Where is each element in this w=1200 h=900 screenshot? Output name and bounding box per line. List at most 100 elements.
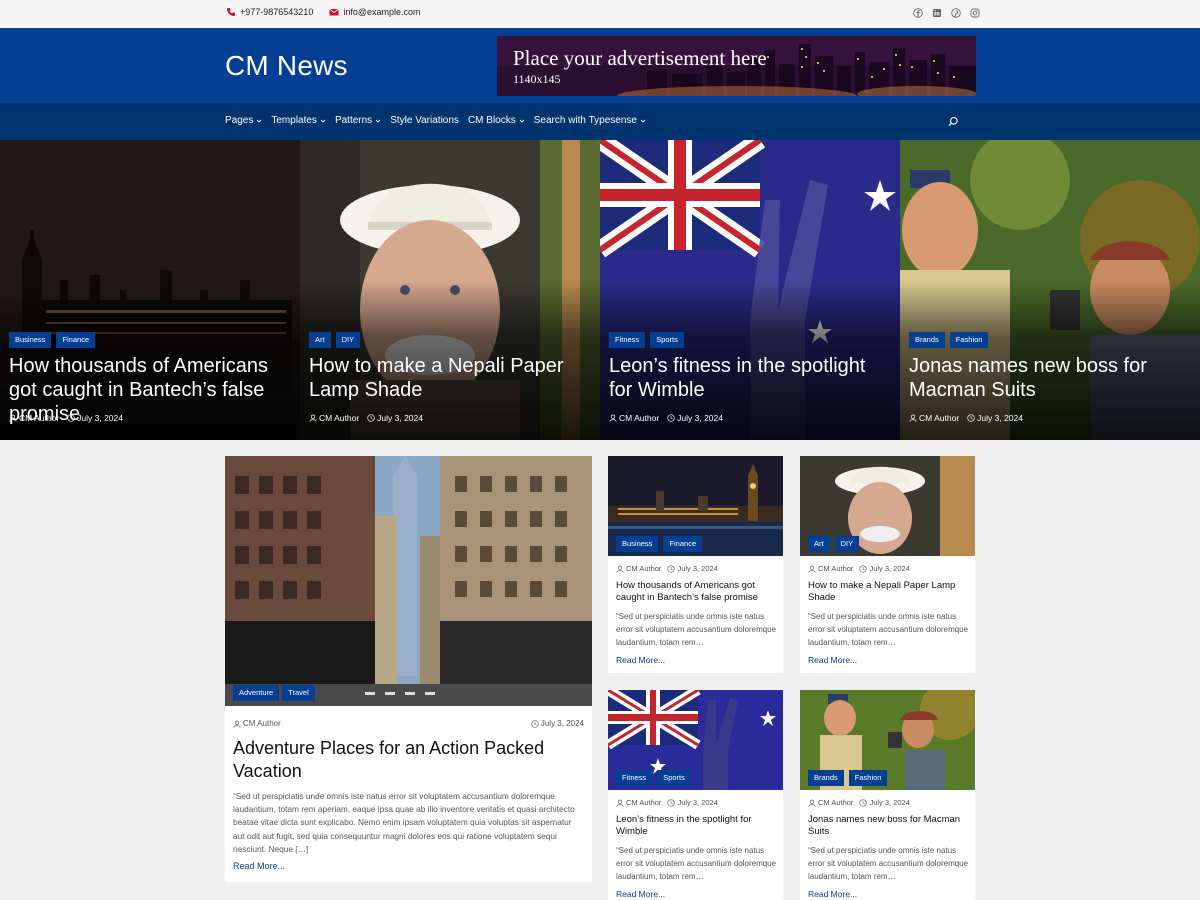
author-link[interactable]: CM Author [309,413,359,423]
nav-item-patterns[interactable]: Patterns [335,115,381,126]
post-excerpt: “Sed ut perspiciatis unde omnis iste nat… [616,612,777,647]
category-badge[interactable]: Business [616,536,659,552]
advertisement-banner[interactable]: Place your advertisement here 1140x145 [497,36,976,96]
author-link[interactable]: CM Author [616,798,661,807]
main-navigation: Pages Templates Patterns Style Variation… [0,103,1200,140]
category-badge[interactable]: Sports [657,770,691,786]
nav-item-search-typesense[interactable]: Search with Typesense [534,115,646,126]
post-meta: CM Author July 3, 2024 [808,564,910,573]
email-contact[interactable]: info@example.com [329,7,421,17]
post-meta: CM Author July 3, 2024 [616,798,718,807]
post-meta: CM Author July 3, 2024 [808,798,910,807]
chevron-down-icon [640,119,646,123]
author-name: CM Author [626,564,662,573]
read-more-link[interactable]: Read More... [808,655,857,665]
date-text: July 3, 2024 [677,798,718,807]
hero-card[interactable]: Business Finance How thousands of Americ… [0,140,300,440]
post-title[interactable]: How thousands of Americans got caught in… [616,580,776,604]
author-name: CM Author [919,413,960,423]
author-link[interactable]: CM Author [616,564,661,573]
pinterest-icon[interactable] [951,8,961,18]
hero-title[interactable]: How to make a Nepali Paper Lamp Shade [309,354,594,402]
author-link[interactable]: CM Author [808,564,853,573]
phone-contact[interactable]: +977-9876543210 [226,7,313,17]
user-icon [609,414,617,422]
site-title[interactable]: CM News [225,50,348,82]
post-meta: CM Author July 3, 2024 [609,413,723,423]
date-text: July 3, 2024 [677,564,718,573]
category-badge[interactable]: Finance [663,536,703,552]
author-link[interactable]: CM Author [909,413,959,423]
post-date: July 3, 2024 [967,413,1023,423]
post-date: July 3, 2024 [667,413,723,423]
category-badge[interactable]: Fashion [848,770,888,786]
nav-item-cm-blocks[interactable]: CM Blocks [468,115,525,126]
user-icon [808,799,816,807]
category-badge[interactable]: Brands [909,332,945,348]
instagram-icon[interactable] [970,8,980,18]
search-icon[interactable] [948,116,959,127]
category-badge[interactable]: Travel [282,685,315,701]
category-badge[interactable]: Sports [650,332,684,348]
post-meta: CM Author July 3, 2024 [9,413,123,423]
hero-title[interactable]: Leon’s fitness in the spotlight for Wimb… [609,354,894,402]
post-card[interactable]: Fitness Sports CM Author July 3, 2024 Le… [608,690,783,900]
clock-icon [367,414,375,422]
social-links [913,8,980,18]
ad-title: Place your advertisement here [513,46,767,70]
author-name: CM Author [619,413,660,423]
author-name: CM Author [626,798,662,807]
linkedin-icon[interactable] [932,8,942,18]
post-date: July 3, 2024 [859,564,910,573]
category-badge[interactable]: Art [309,332,331,348]
featured-post-title[interactable]: Adventure Places for an Action Packed Va… [233,737,573,783]
read-more-link[interactable]: Read More... [233,861,285,871]
read-more-link[interactable]: Read More... [808,889,857,899]
date-text: July 3, 2024 [677,413,723,423]
author-link[interactable]: CM Author [609,413,659,423]
hero-slider: Business Finance How thousands of Americ… [0,140,1200,440]
category-badge[interactable]: Brands [808,770,844,786]
category-badge[interactable]: Fitness [616,770,653,786]
category-badge[interactable]: Adventure [233,685,280,701]
category-badge[interactable]: Art [808,536,830,552]
facebook-icon[interactable] [913,8,923,18]
nav-item-label: Templates [271,115,317,126]
category-badge[interactable]: Fashion [949,332,989,348]
hero-card[interactable]: Art DIY How to make a Nepali Paper Lamp … [300,140,600,440]
category-badge[interactable]: DIY [335,332,361,348]
post-card[interactable]: Business Finance CM Author July 3, 2024 … [608,456,783,673]
author-link[interactable]: CM Author [808,798,853,807]
category-badge[interactable]: Finance [56,332,96,348]
nav-item-style-variations[interactable]: Style Variations [390,115,459,126]
hero-card[interactable]: Fitness Sports Leon’s fitness in the spo… [600,140,900,440]
category-list: Art DIY [309,332,361,348]
author-link[interactable]: CM Author [233,719,281,728]
clock-icon [667,798,676,807]
category-badge[interactable]: DIY [834,536,860,552]
read-more-link[interactable]: Read More... [616,655,665,665]
post-meta: CM Author July 3, 2024 [909,413,1023,423]
read-more-link[interactable]: Read More... [616,889,665,899]
email-address: info@example.com [343,7,421,17]
post-title[interactable]: Jonas names new boss for Macman Suits [808,814,968,838]
nav-item-templates[interactable]: Templates [271,115,326,126]
post-card[interactable]: Art DIY CM Author July 3, 2024 How to ma… [800,456,975,673]
contact-info: +977-9876543210 info@example.com [226,7,421,17]
category-badge[interactable]: Fitness [609,332,646,348]
clock-icon [667,564,676,573]
featured-post-card[interactable]: Adventure Travel CM Author July 3, 2024 … [225,456,592,882]
post-excerpt: “Sed ut perspiciatis unde omnis iste nat… [808,846,969,881]
date-text: July 3, 2024 [869,798,910,807]
nav-item-pages[interactable]: Pages [225,115,262,126]
category-list: Brands Fashion [808,770,888,786]
category-list: Fitness Sports [616,770,691,786]
author-link[interactable]: CM Author [9,413,59,423]
hero-title[interactable]: Jonas names new boss for Macman Suits [909,354,1194,402]
post-title[interactable]: Leon’s fitness in the spotlight for Wimb… [616,814,776,838]
post-title[interactable]: How to make a Nepali Paper Lamp Shade [808,580,968,604]
category-list: Art DIY [808,536,860,552]
category-badge[interactable]: Business [9,332,52,348]
hero-card[interactable]: Brands Fashion Jonas names new boss for … [900,140,1200,440]
post-card[interactable]: Brands Fashion CM Author July 3, 2024 Jo… [800,690,975,900]
